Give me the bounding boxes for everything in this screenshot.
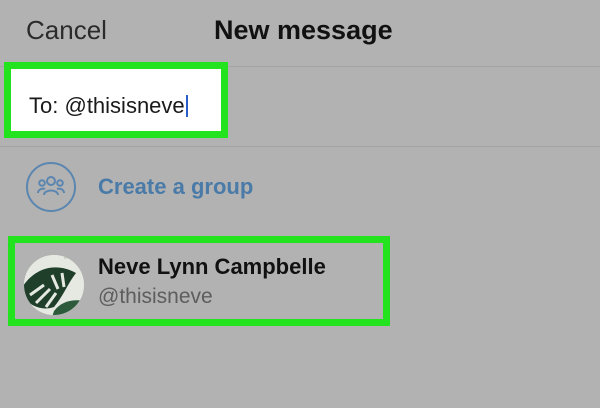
recipient-prefix: To:: [29, 93, 59, 118]
create-group-label: Create a group: [98, 174, 254, 199]
avatar[interactable]: [24, 255, 84, 315]
people-group-icon: [26, 162, 76, 212]
cancel-button[interactable]: Cancel: [26, 14, 107, 46]
recipient-divider: [0, 146, 600, 147]
create-group-button[interactable]: Create a group: [26, 162, 426, 214]
recipient-value: @thisisneve: [64, 93, 185, 118]
text-cursor: [185, 95, 188, 117]
user-handle: @thisisneve: [98, 285, 213, 308]
recipient-input[interactable]: To: @thisisneve: [29, 93, 188, 119]
recipient-input-highlight[interactable]: To: @thisisneve: [4, 62, 228, 138]
header: Cancel New message: [0, 0, 600, 66]
page-title: New message: [214, 15, 393, 45]
user-name: Neve Lynn Campbelle: [98, 254, 326, 279]
monstera-leaf-icon: [24, 255, 84, 315]
